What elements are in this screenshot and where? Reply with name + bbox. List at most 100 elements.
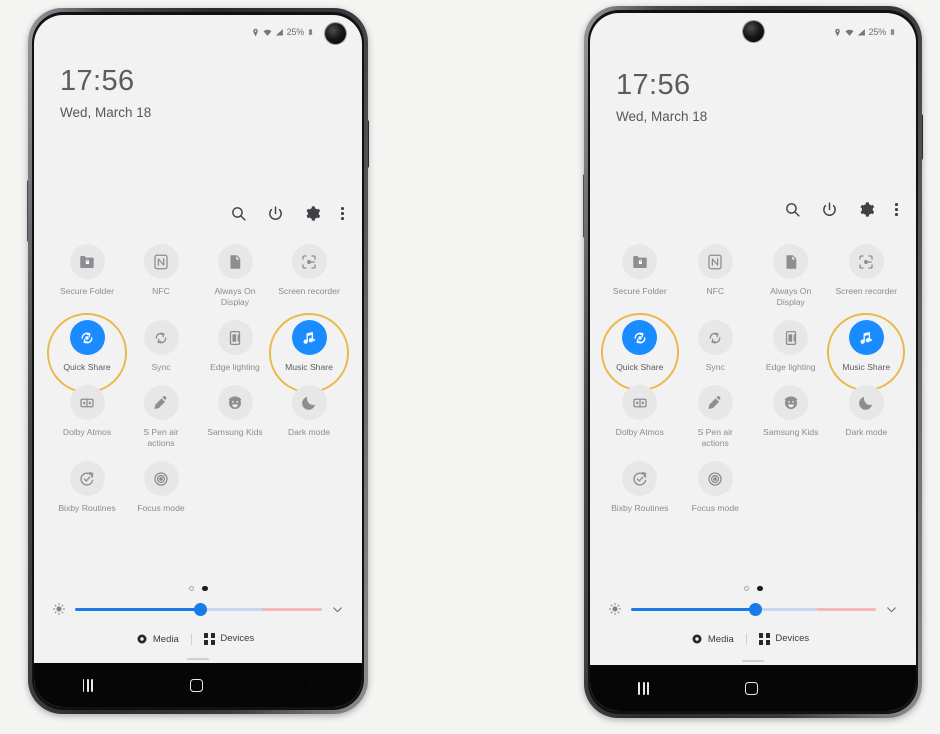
clock-date: Wed, March 18 — [616, 109, 708, 124]
phone-screen: 25% 17:56 Wed, March 18 Secure Folder NFC Alw… — [590, 13, 916, 711]
quick-setting-tile[interactable]: Quick Share — [602, 313, 678, 378]
quick-setting-tile[interactable]: Dolby Atmos — [602, 378, 678, 454]
quick-setting-tile-label: Dolby Atmos — [62, 427, 112, 437]
brightness-slider[interactable] — [75, 602, 322, 616]
recents-button[interactable] — [638, 681, 650, 695]
quick-setting-tile-label: Sync — [151, 362, 171, 372]
quick-setting-tile[interactable]: Screen recorder — [272, 237, 346, 313]
quick-settings-row: Bixby Routines Focus mode — [34, 454, 362, 519]
status-bar-icons: 25% — [833, 27, 896, 37]
power-icon[interactable] — [821, 201, 838, 218]
media-button[interactable]: Media — [691, 633, 734, 645]
devices-button-label: Devices — [775, 633, 810, 645]
samsung-kids-icon — [773, 385, 809, 420]
dolby-atmos-icon — [622, 385, 658, 420]
tile-spacer — [829, 454, 905, 519]
panel-drag-handle[interactable] — [187, 657, 209, 660]
more-options-icon[interactable] — [341, 207, 344, 220]
navigation-bar — [590, 665, 916, 711]
quick-setting-tile[interactable]: Always On Display — [753, 237, 829, 313]
phone-left: 25% 17:56 Wed, March 18 Secure Folder NFC Alw… — [27, 8, 369, 714]
quick-setting-tile[interactable]: Focus mode — [678, 454, 754, 519]
panel-drag-handle[interactable] — [742, 659, 764, 662]
home-button[interactable] — [190, 678, 204, 692]
wifi-icon — [263, 28, 272, 37]
back-button[interactable] — [300, 679, 313, 692]
more-options-icon[interactable] — [895, 203, 898, 216]
phone-bezel: 25% 17:56 Wed, March 18 Secure Folder NFC Alw… — [588, 10, 918, 714]
clock-time: 17:56 — [60, 65, 135, 97]
brightness-slider[interactable] — [631, 602, 876, 616]
quick-setting-tile[interactable]: Dolby Atmos — [50, 378, 124, 454]
tile-spacer — [198, 454, 272, 519]
quick-setting-tile[interactable]: Secure Folder — [602, 237, 678, 313]
page-dot[interactable] — [188, 585, 194, 591]
location-icon — [251, 28, 260, 37]
dark-mode-moon-icon — [848, 385, 884, 420]
devices-button[interactable]: Devices — [758, 633, 810, 645]
home-button[interactable] — [745, 681, 759, 695]
location-icon — [833, 28, 842, 37]
wifi-icon — [845, 28, 854, 37]
quick-setting-tile[interactable]: Sync — [124, 313, 198, 378]
quick-setting-tile[interactable]: Bixby Routines — [602, 454, 678, 519]
quick-setting-tile[interactable]: Samsung Kids — [198, 378, 272, 454]
quick-setting-tile[interactable]: S Pen air actions — [124, 378, 198, 454]
quick-setting-tile-label: Secure Folder — [60, 286, 114, 296]
edge-lighting-icon — [773, 320, 809, 355]
quick-setting-tile[interactable]: Sync — [678, 313, 754, 378]
quick-panel-bottom: Media Devices — [34, 585, 362, 646]
clock-widget: 17:56 Wed, March 18 — [60, 65, 151, 121]
settings-gear-icon[interactable] — [304, 205, 321, 222]
devices-button[interactable]: Devices — [203, 633, 255, 645]
quick-setting-tile[interactable]: Edge lighting — [198, 313, 272, 378]
quick-setting-tile[interactable]: S Pen air actions — [678, 378, 754, 454]
quick-setting-tile-label: Focus mode — [137, 503, 185, 513]
search-icon[interactable] — [784, 201, 801, 218]
phone-screen: 25% 17:56 Wed, March 18 Secure Folder NFC Alw… — [34, 15, 362, 707]
quick-setting-tile[interactable]: Music Share — [272, 313, 346, 378]
devices-button-label: Devices — [220, 633, 255, 645]
quick-setting-tile[interactable]: Bixby Routines — [50, 454, 124, 519]
brightness-slider-knob[interactable] — [194, 602, 208, 616]
brightness-slider-row — [590, 602, 916, 616]
battery-icon — [889, 27, 896, 37]
quick-settings-row: Quick Share Sync Edge lighting Music Share — [590, 313, 916, 378]
brightness-slider-knob[interactable] — [749, 602, 763, 616]
page-indicator-dots[interactable] — [590, 585, 916, 591]
recents-button[interactable] — [82, 678, 94, 692]
nfc-icon — [143, 244, 179, 279]
quick-setting-tile[interactable]: Always On Display — [198, 237, 272, 313]
quick-setting-tile-label: Focus mode — [691, 503, 739, 513]
media-button[interactable]: Media — [136, 633, 179, 645]
quick-setting-tile[interactable]: Secure Folder — [50, 237, 124, 313]
quick-setting-tile[interactable]: Music Share — [829, 313, 905, 378]
quick-setting-tile[interactable]: Dark mode — [272, 378, 346, 454]
quick-settings-row: Quick Share Sync Edge lighting Music Share — [34, 313, 362, 378]
quick-setting-tile[interactable]: Dark mode — [829, 378, 905, 454]
quick-setting-tile[interactable]: Focus mode — [124, 454, 198, 519]
signal-icon — [857, 28, 866, 37]
quick-setting-tile[interactable]: Screen recorder — [829, 237, 905, 313]
page-dot[interactable] — [202, 585, 208, 591]
page-dot[interactable] — [757, 585, 763, 591]
page-dot[interactable] — [743, 585, 749, 591]
quick-setting-tile[interactable]: NFC — [124, 237, 198, 313]
quick-setting-tile-label: NFC — [706, 286, 725, 296]
battery-percent-label: 25% — [868, 27, 887, 37]
quick-setting-tile[interactable]: Samsung Kids — [753, 378, 829, 454]
quick-setting-tile[interactable]: NFC — [678, 237, 754, 313]
power-icon[interactable] — [267, 205, 284, 222]
quick-setting-tile-label: Samsung Kids — [763, 427, 819, 437]
settings-gear-icon[interactable] — [858, 201, 875, 218]
status-bar-icons: 25% — [251, 27, 314, 37]
chevron-down-icon[interactable] — [885, 603, 898, 616]
dolby-atmos-icon — [69, 385, 105, 420]
quick-share-icon — [69, 320, 105, 355]
search-icon[interactable] — [230, 205, 247, 222]
back-button[interactable] — [855, 682, 868, 695]
quick-setting-tile[interactable]: Quick Share — [50, 313, 124, 378]
chevron-down-icon[interactable] — [331, 603, 344, 616]
page-indicator-dots[interactable] — [34, 585, 362, 591]
quick-setting-tile[interactable]: Edge lighting — [753, 313, 829, 378]
